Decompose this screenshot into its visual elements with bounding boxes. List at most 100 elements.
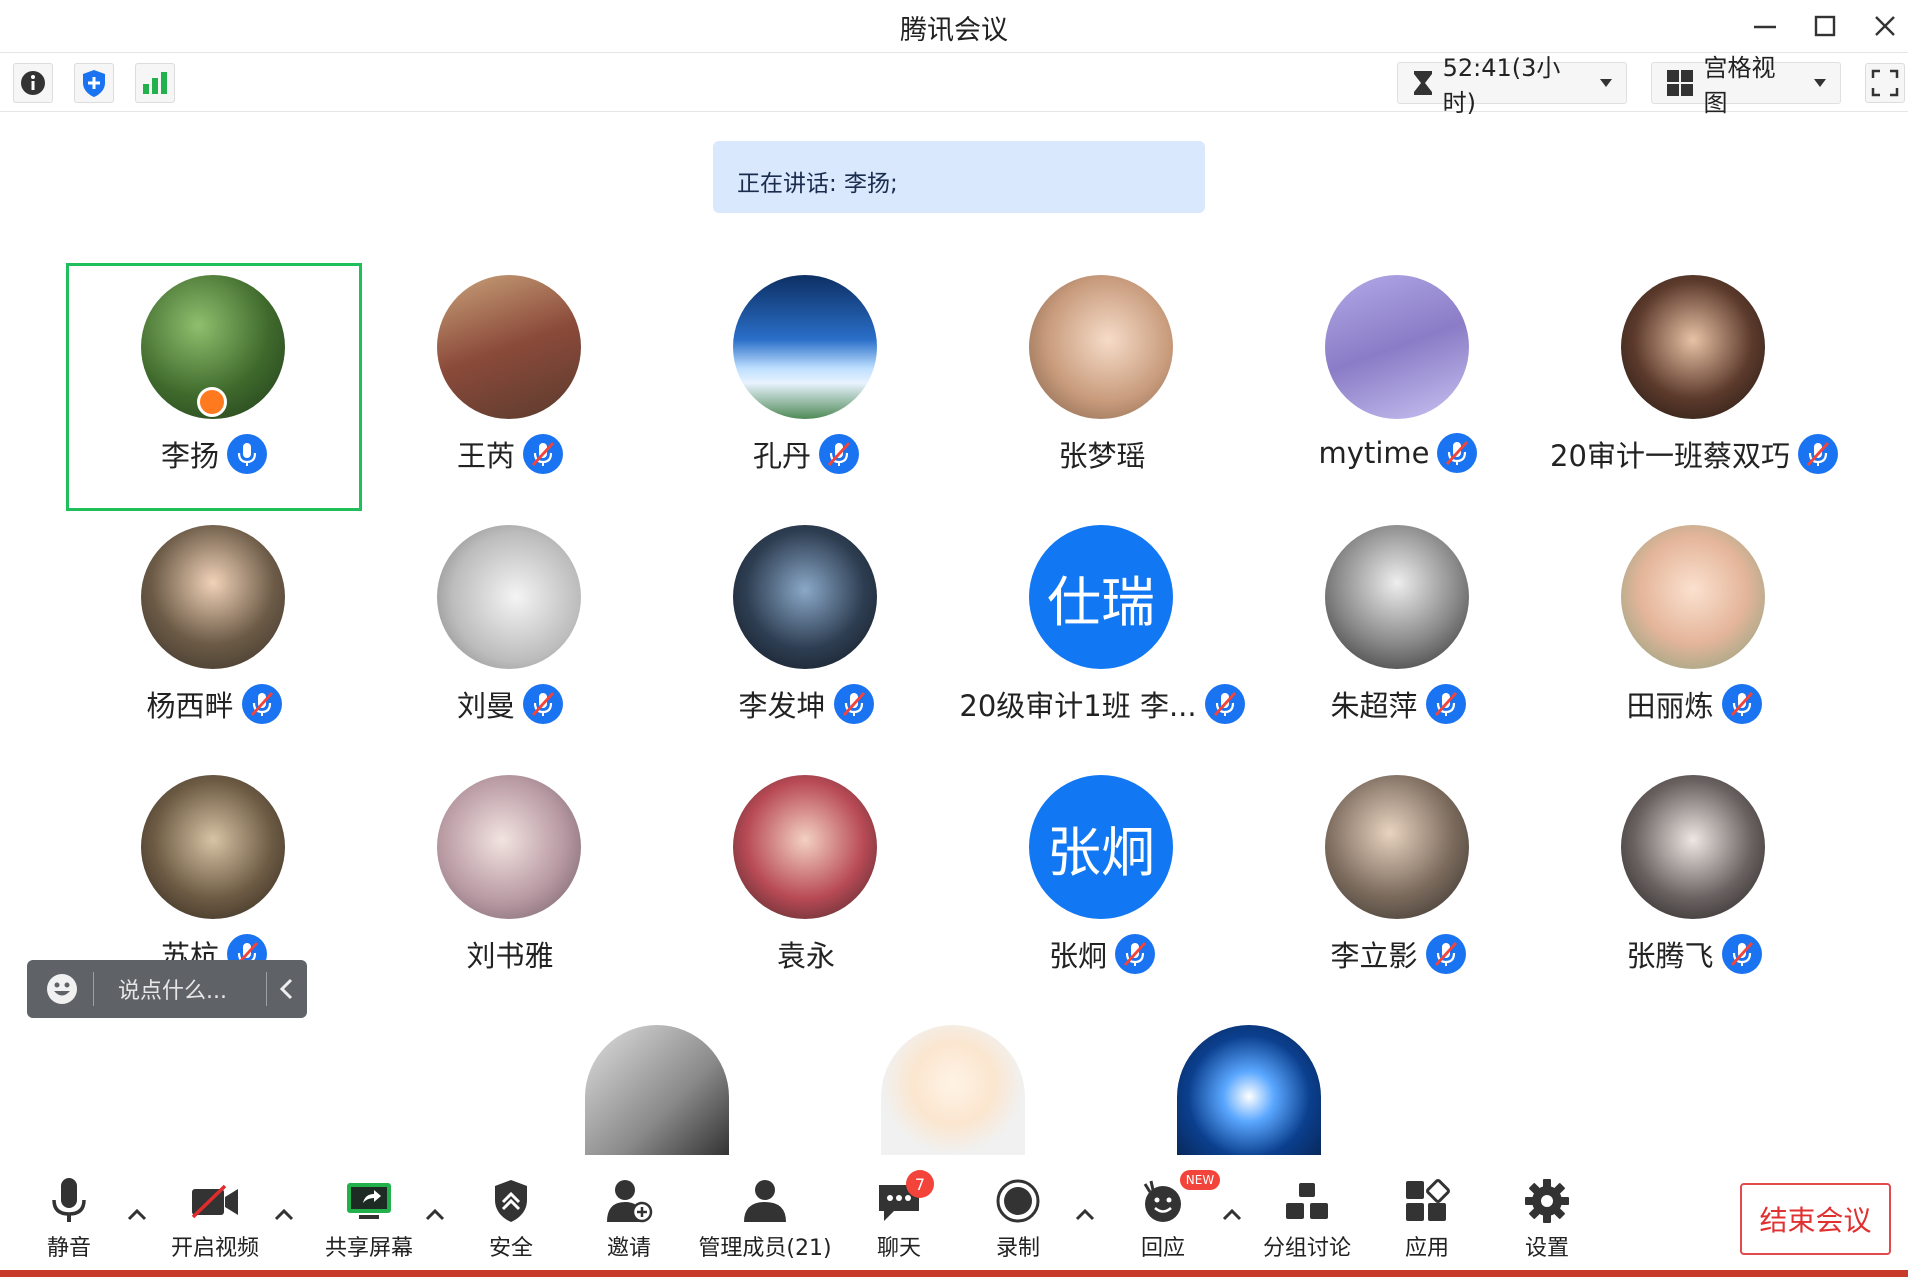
avatar bbox=[733, 275, 877, 419]
avatar bbox=[1029, 275, 1173, 419]
settings-label: 设置 bbox=[1524, 1236, 1569, 1261]
shield-icon bbox=[83, 70, 105, 97]
close-icon bbox=[1875, 16, 1895, 36]
mic-muted-icon bbox=[1721, 934, 1762, 974]
participant-tile[interactable]: 张腾飞 bbox=[1546, 763, 1842, 1011]
chevron-up-icon[interactable] bbox=[272, 1204, 296, 1224]
manage-members-button[interactable]: 管理成员(21) bbox=[698, 1170, 832, 1261]
participant-tile[interactable]: 刘曼 bbox=[362, 513, 658, 761]
apps-icon bbox=[1406, 1179, 1450, 1221]
mute-button[interactable]: 静音 bbox=[4, 1170, 134, 1261]
hourglass-icon bbox=[1414, 71, 1432, 95]
chevron-down-icon bbox=[1814, 79, 1826, 87]
share-screen-icon bbox=[347, 1183, 391, 1219]
view-mode-select[interactable]: 宫格视图 bbox=[1651, 54, 1841, 117]
participant-name-line: 袁永 bbox=[658, 933, 954, 975]
participant-avatar-row4-2[interactable] bbox=[881, 1025, 1025, 1155]
chevron-left-icon[interactable] bbox=[267, 972, 307, 1006]
video-label: 开启视频 bbox=[170, 1236, 259, 1261]
chevron-up-icon[interactable] bbox=[1220, 1204, 1244, 1224]
participant-name: 张梦瑶 bbox=[1058, 439, 1146, 473]
timer-text: 52:41(3小时) bbox=[1442, 54, 1561, 117]
participant-tile[interactable]: 李立影 bbox=[1250, 763, 1546, 1011]
participant-name-line: 孔丹 bbox=[658, 433, 954, 475]
maximize-icon bbox=[1814, 15, 1836, 37]
invite-button[interactable]: 邀请 bbox=[564, 1170, 694, 1261]
avatar: 张炯 bbox=[1029, 775, 1173, 919]
share-screen-button[interactable]: 共享屏幕 bbox=[304, 1170, 434, 1261]
participant-tile[interactable]: 张炯 张炯 bbox=[954, 763, 1250, 1011]
avatar bbox=[1621, 275, 1765, 419]
chevron-up-icon[interactable] bbox=[1073, 1204, 1097, 1224]
chevron-up-icon[interactable] bbox=[125, 1204, 149, 1224]
participant-tile[interactable]: mytime bbox=[1250, 263, 1546, 511]
emoji-icon[interactable] bbox=[45, 972, 79, 1006]
record-button[interactable]: 录制 bbox=[953, 1170, 1083, 1261]
mic-muted-icon bbox=[1721, 684, 1762, 724]
chevron-up-icon[interactable] bbox=[423, 1204, 447, 1224]
new-badge: NEW bbox=[1180, 1170, 1220, 1190]
participant-tile[interactable]: 李发坤 bbox=[658, 513, 954, 761]
signal-button[interactable] bbox=[135, 63, 175, 103]
participant-name-line: 李立影 bbox=[1250, 933, 1546, 975]
participant-avatar-row4-1[interactable] bbox=[585, 1025, 729, 1155]
minimize-icon bbox=[1754, 25, 1776, 29]
participant-tile[interactable]: 张梦瑶 bbox=[954, 263, 1250, 511]
participant-name: 田丽炼 bbox=[1626, 689, 1714, 723]
mic-muted-icon bbox=[523, 434, 563, 474]
maximize-button[interactable] bbox=[1805, 6, 1845, 46]
participant-tile[interactable]: 仕瑞 20级审计1班 李... bbox=[954, 513, 1250, 761]
video-off-icon bbox=[191, 1184, 238, 1219]
participant-name: 张腾飞 bbox=[1626, 939, 1714, 973]
chat-quick-input[interactable]: 说点什么... bbox=[27, 960, 307, 1018]
participant-name: 20审计一班蔡双巧 bbox=[1550, 439, 1790, 473]
participant-tile[interactable]: 20审计一班蔡双巧 bbox=[1546, 263, 1842, 511]
avatar bbox=[733, 525, 877, 669]
mic-muted-icon bbox=[1437, 433, 1478, 473]
info-button[interactable] bbox=[13, 63, 53, 103]
participant-name-line: 刘书雅 bbox=[362, 933, 658, 975]
minimize-button[interactable] bbox=[1745, 6, 1785, 46]
participant-name-line: 张梦瑶 bbox=[954, 433, 1250, 475]
host-badge-icon bbox=[197, 387, 227, 417]
avatar bbox=[1325, 275, 1469, 419]
reaction-emoji-icon bbox=[1143, 1180, 1181, 1222]
signal-icon bbox=[143, 72, 167, 94]
gear-icon bbox=[1525, 1179, 1569, 1223]
participant-tile[interactable]: 李扬 bbox=[66, 263, 362, 511]
avatar bbox=[1621, 525, 1765, 669]
fullscreen-button[interactable] bbox=[1865, 63, 1905, 103]
participant-tile[interactable]: 孔丹 bbox=[658, 263, 954, 511]
avatar bbox=[141, 775, 285, 919]
avatar bbox=[141, 525, 285, 669]
chevron-down-icon bbox=[1600, 79, 1612, 87]
meeting-toolbar: 52:41(3小时) 宫格视图 bbox=[0, 52, 1908, 117]
security-shield-button[interactable] bbox=[74, 63, 114, 103]
participant-name: 张炯 bbox=[1048, 939, 1107, 973]
participant-tile[interactable]: 田丽炼 bbox=[1546, 513, 1842, 761]
participant-name: 李扬 bbox=[160, 439, 219, 473]
participant-tile[interactable]: 杨西畔 bbox=[66, 513, 362, 761]
close-button[interactable] bbox=[1865, 6, 1905, 46]
chat-placeholder: 说点什么... bbox=[118, 979, 227, 1004]
participant-name: 朱超萍 bbox=[1330, 689, 1418, 723]
participant-tile[interactable]: 刘书雅 bbox=[362, 763, 658, 1011]
reaction-button[interactable]: NEW 回应 bbox=[1098, 1170, 1228, 1261]
mic-on-icon bbox=[227, 434, 267, 474]
mic-muted-icon bbox=[1115, 934, 1155, 974]
participant-name-line: 朱超萍 bbox=[1250, 683, 1546, 725]
participant-tile[interactable]: 朱超萍 bbox=[1250, 513, 1546, 761]
end-meeting-button[interactable]: 结束会议 bbox=[1740, 1183, 1891, 1255]
participant-avatar-row4-3[interactable] bbox=[1177, 1025, 1321, 1155]
avatar bbox=[437, 275, 581, 419]
microphone-icon bbox=[52, 1178, 86, 1222]
meeting-timer[interactable]: 52:41(3小时) bbox=[1397, 54, 1627, 117]
avatar bbox=[1325, 525, 1469, 669]
settings-button[interactable]: 设置 bbox=[1482, 1170, 1612, 1261]
mic-muted-icon bbox=[523, 684, 563, 724]
start-video-button[interactable]: 开启视频 bbox=[150, 1170, 280, 1261]
avatar: 仕瑞 bbox=[1029, 525, 1173, 669]
participant-tile[interactable]: 王芮 bbox=[362, 263, 658, 511]
participant-name-line: 李扬 bbox=[69, 433, 359, 475]
participant-tile[interactable]: 袁永 bbox=[658, 763, 954, 1011]
